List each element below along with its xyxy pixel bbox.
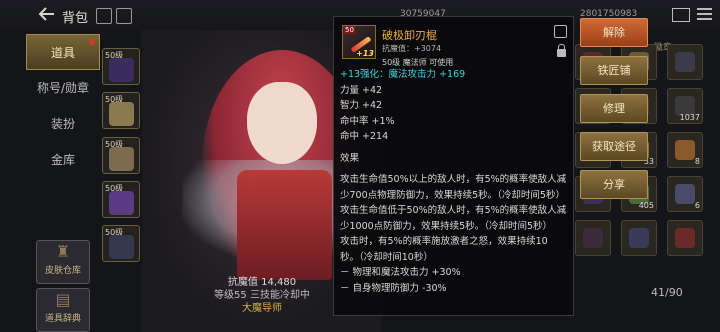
tab-vault[interactable]: 金库 (26, 142, 100, 178)
boot-icon (109, 235, 134, 259)
shield-icon (109, 58, 134, 82)
item-enhance-tag: +13 (356, 49, 374, 58)
action-menu: 解除 铁匠铺 修理 获取途径 分享 (580, 18, 648, 208)
tab-vault-label: 金库 (50, 153, 75, 167)
equip-slot[interactable]: 50级 (102, 92, 140, 129)
tooltip-header: 50 +13 破极卸刃棍 抗魔值：+3074 50级 魔法师 可使用 (340, 23, 567, 67)
stat-line: 命中 +214 (340, 131, 389, 142)
inventory-slot[interactable] (621, 220, 657, 256)
character-face (247, 82, 317, 164)
resist-value: 14,480 (261, 277, 297, 288)
item-count: 6 (694, 201, 700, 210)
blacksmith-button[interactable]: 铁匠铺 (580, 56, 648, 85)
effect-line: － 物理和魔法攻击力 +30% (340, 267, 461, 278)
equip-slot[interactable]: 50级 (102, 181, 140, 218)
item-count: 8 (694, 157, 700, 166)
inventory-capacity: 41/90 (651, 286, 683, 299)
unequip-button[interactable]: 解除 (580, 18, 648, 47)
equip-slot[interactable]: 50级 (102, 137, 140, 174)
item-icon (675, 228, 695, 248)
tab-avatar[interactable]: 装扮 (26, 106, 100, 142)
gauntlet-icon (109, 147, 134, 171)
item-count: 1037 (679, 113, 700, 122)
item-usable: 50级 魔法师 可使用 (382, 58, 454, 67)
item-level-tag: 50 (344, 26, 355, 34)
mail-icon[interactable] (672, 8, 690, 22)
obtain-route-button[interactable]: 获取途径 (580, 132, 648, 161)
stat-line: 力量 +42 (340, 84, 383, 96)
enhance-stat: +13强化：魔法攻击力 +169 (340, 69, 466, 80)
belt-icon (109, 191, 134, 215)
effect-title: 效果 (340, 152, 360, 164)
menu-icon[interactable] (697, 8, 712, 21)
dictionary-icon: ▤ (55, 290, 71, 309)
repair-button[interactable]: 修理 (580, 94, 648, 123)
inventory-slot[interactable] (667, 220, 703, 256)
item-resist: 抗魔值：+3074 (382, 44, 442, 53)
item-icon (629, 228, 649, 248)
effect-line: 秒。（冷却时间10秒） (340, 251, 433, 263)
lock-icon[interactable] (557, 44, 566, 57)
sort-icon[interactable] (96, 8, 112, 24)
dictionary-label: 道具辞典 (44, 314, 81, 324)
tab-titles-label: 称号/勋章 (36, 81, 90, 95)
share-icon[interactable] (554, 25, 567, 38)
tab-titles[interactable]: 称号/勋章 (26, 70, 100, 106)
book-icon (109, 102, 134, 126)
stat-line: 智力 +42 (340, 100, 383, 111)
tab-items-label: 道具 (50, 46, 75, 60)
item-name: 破极卸刃棍 (382, 29, 437, 42)
tab-avatar-label: 装扮 (50, 117, 75, 131)
page-title: 背包 (62, 11, 89, 26)
item-icon (675, 140, 695, 160)
item-tooltip: 50 +13 破极卸刃棍 抗魔值：+3074 50级 魔法师 可使用 +13强化… (333, 16, 574, 316)
inventory-slot[interactable]: 8 (667, 132, 703, 168)
category-sidebar: 道具 称号/勋章 装扮 金库 (26, 34, 100, 178)
inventory-slot[interactable] (667, 44, 703, 80)
calendar-icon[interactable] (116, 8, 132, 24)
inventory-slot[interactable]: 6 (667, 176, 703, 212)
item-icon (583, 228, 603, 248)
resist-label: 抗魔值 (227, 277, 258, 288)
inventory-slot[interactable] (575, 220, 611, 256)
equip-slot[interactable]: 50级 (102, 225, 140, 262)
inventory-slot[interactable]: 1037 (667, 88, 703, 124)
wardrobe-button[interactable]: ♜ 皮肤仓库 (36, 240, 90, 284)
stat-line: 命中率 +1% (340, 115, 395, 127)
tab-items[interactable]: 道具 (26, 34, 100, 70)
notification-dot (89, 39, 95, 45)
effect-line: 少1000点防御力，效果持续5秒。（冷却时间5秒） (340, 220, 553, 232)
effect-line: － 自身物理防御力 -30% (340, 282, 447, 294)
item-icon (675, 52, 695, 72)
back-arrow-icon[interactable] (38, 6, 56, 22)
share-button[interactable]: 分享 (580, 170, 648, 199)
effect-line: 攻击时，有5%的概率施放激者之怒，效果持续10 (340, 236, 548, 247)
character-vest (237, 170, 332, 280)
item-icon (675, 184, 695, 204)
item-dictionary-button[interactable]: ▤ 道具辞典 (36, 288, 90, 332)
equip-slot[interactable]: 50级 (102, 48, 140, 85)
weapon-icon: 50 +13 (342, 25, 376, 59)
wardrobe-label: 皮肤仓库 (44, 266, 81, 276)
effect-line: 少700点物理防御力，效果持续5秒。（冷却时间5秒） (340, 189, 565, 201)
effect-line: 攻击生命值50%以上的敌人时，有5%的概率使敌人减 (340, 174, 567, 185)
effect-line: 攻击生命值低于50%的敌人时，有5%的概率使敌人减 (340, 205, 567, 216)
wardrobe-icon: ♜ (55, 242, 71, 261)
